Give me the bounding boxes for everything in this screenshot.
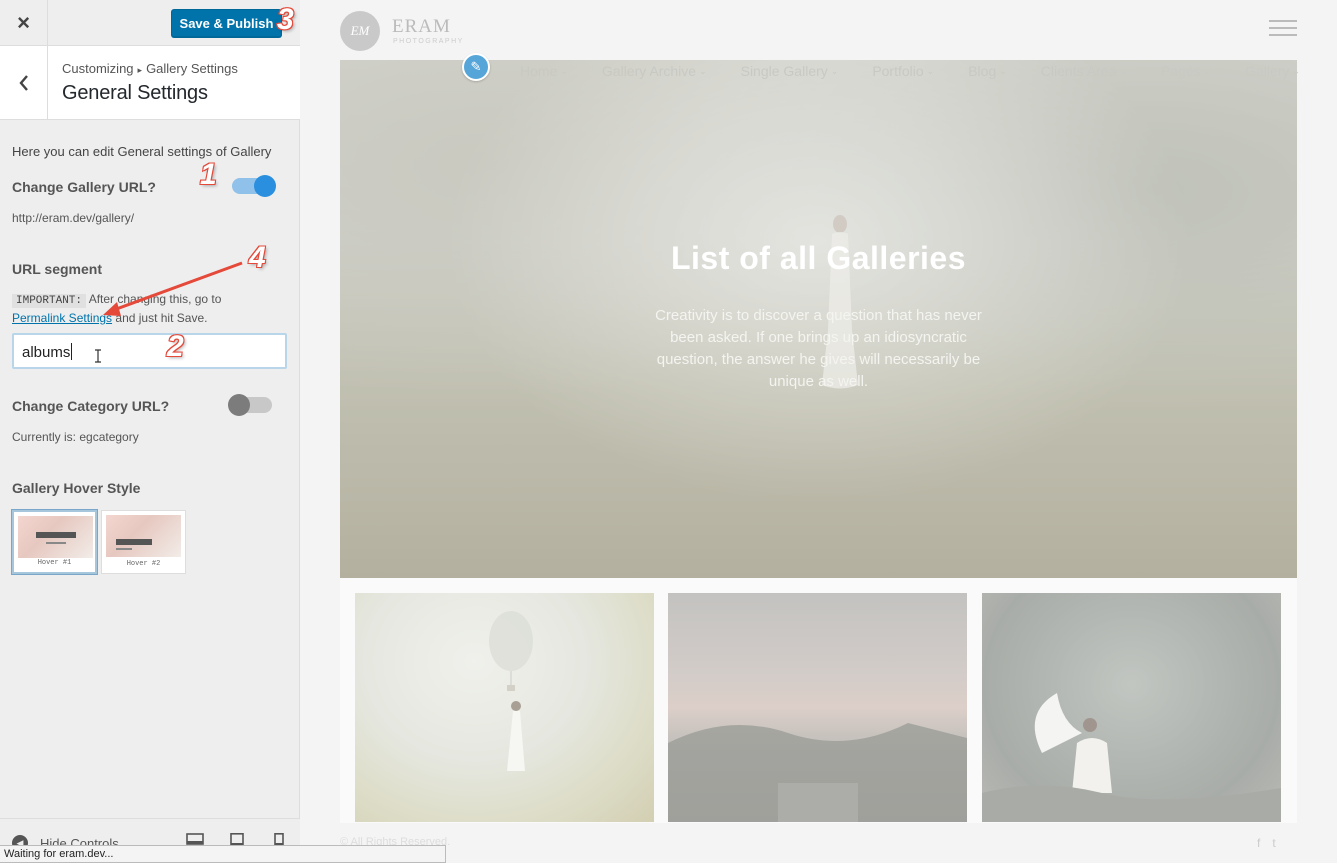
hover-thumbnail xyxy=(106,515,181,557)
change-gallery-url-label: Change Gallery URL? xyxy=(12,179,156,195)
category-url-value: Currently is: egcategory xyxy=(12,430,139,444)
customizer-window: × Save & Publish Customizing ▸ Gallery Set… xyxy=(0,0,1337,863)
url-segment-value: albums xyxy=(22,344,71,361)
customizer-sidebar: × Save & Publish Customizing ▸ Gallery Set… xyxy=(0,0,300,863)
gallery-card[interactable] xyxy=(668,593,967,822)
browser-status-bar: Waiting for eram.dev... xyxy=(0,845,446,863)
back-button[interactable] xyxy=(0,46,48,119)
toggle-knob xyxy=(228,394,250,416)
hero-title: List of all Galleries xyxy=(670,240,967,276)
breadcrumb-root: Customizing xyxy=(62,61,134,76)
nav-item-gallery-archive[interactable]: Gallery Archive xyxy=(602,63,707,79)
thumb-title-bar xyxy=(116,539,152,545)
section-header: Customizing ▸ Gallery Settings General Set… xyxy=(0,46,300,120)
annotation-number: 4 xyxy=(248,240,267,275)
card-overlay xyxy=(982,593,1281,822)
hover-style-label: Gallery Hover Style xyxy=(12,480,141,496)
chevron-left-icon xyxy=(18,74,28,91)
save-publish-button[interactable]: Save & Publish xyxy=(171,9,282,37)
site-logo[interactable]: EM xyxy=(340,11,380,51)
breadcrumb-leaf: Gallery Settings xyxy=(146,61,238,76)
edit-shortcut-pencil-icon[interactable]: ✎ xyxy=(462,53,490,81)
annotation-number: 2 xyxy=(166,329,185,364)
nav-item-portfolio[interactable]: Portfolio xyxy=(872,63,934,79)
text-caret xyxy=(71,343,73,360)
close-customizer-button[interactable]: × xyxy=(0,0,48,46)
url-segment-input[interactable]: albums xyxy=(12,333,287,369)
hover-style-option-2[interactable]: Hover #2 xyxy=(101,510,186,574)
hero-description: Creativity is to discover a question tha… xyxy=(655,307,982,390)
change-category-url-label: Change Category URL? xyxy=(12,398,170,414)
intro-text: Here you can edit General settings of Ga… xyxy=(12,144,272,159)
breadcrumb: Customizing ▸ Gallery Settings xyxy=(62,61,238,76)
gallery-card[interactable] xyxy=(355,593,654,822)
social-links: f t xyxy=(1257,836,1276,850)
gallery-card[interactable] xyxy=(982,593,1281,822)
thumb-sub-bar xyxy=(46,542,66,544)
nav-item-pages[interactable]: Pages xyxy=(1161,63,1211,79)
nav-item-blog[interactable]: Blog xyxy=(968,63,1007,79)
site-preview: EM ERAM PHOTOGRAPHY Home Gallery Archive… xyxy=(300,0,1337,863)
hover-style-option-1[interactable]: Hover #1 xyxy=(12,510,97,574)
card-overlay xyxy=(355,593,654,822)
twitter-icon[interactable]: t xyxy=(1272,836,1275,850)
important-tag: IMPORTANT: xyxy=(12,294,87,308)
nav-item-clients-area[interactable]: Clients Area xyxy=(1041,63,1127,79)
site-footer-text: © All Rights Reserved. xyxy=(340,836,451,848)
url-segment-label: URL segment xyxy=(12,261,102,277)
card-overlay xyxy=(668,593,967,822)
facebook-icon[interactable]: f xyxy=(1257,836,1260,850)
customizer-topbar: × Save & Publish xyxy=(0,0,300,46)
site-nav: Home Gallery Archive Single Gallery Port… xyxy=(520,63,1334,79)
nav-item-gallery[interactable]: Gallery xyxy=(1245,63,1300,79)
nav-item-home[interactable]: Home xyxy=(520,63,568,79)
breadcrumb-separator: ▸ xyxy=(137,65,143,75)
hover-option-label: Hover #1 xyxy=(37,559,72,567)
thumb-sub-bar xyxy=(116,548,132,550)
hover-option-label: Hover #2 xyxy=(126,560,161,568)
section-title: General Settings xyxy=(62,82,208,104)
menu-icon[interactable] xyxy=(1269,20,1297,36)
thumb-title-bar xyxy=(36,532,76,538)
change-category-url-toggle[interactable] xyxy=(228,394,272,416)
nav-item-single-gallery[interactable]: Single Gallery xyxy=(741,63,839,79)
annotation-number: 3 xyxy=(276,2,295,37)
toggle-knob xyxy=(254,175,276,197)
change-gallery-url-toggle[interactable] xyxy=(232,175,276,197)
text-cursor-icon xyxy=(95,349,101,363)
annotation-number: 1 xyxy=(199,157,218,192)
hover-thumbnail xyxy=(18,516,93,558)
gallery-grid xyxy=(340,578,1297,823)
site-tagline: PHOTOGRAPHY xyxy=(393,38,464,45)
gallery-url-value: http://eram.dev/gallery/ xyxy=(12,211,135,225)
site-header: EM ERAM PHOTOGRAPHY xyxy=(300,0,1337,60)
site-name: ERAM xyxy=(392,16,451,37)
annotation-arrow-icon xyxy=(103,261,243,316)
